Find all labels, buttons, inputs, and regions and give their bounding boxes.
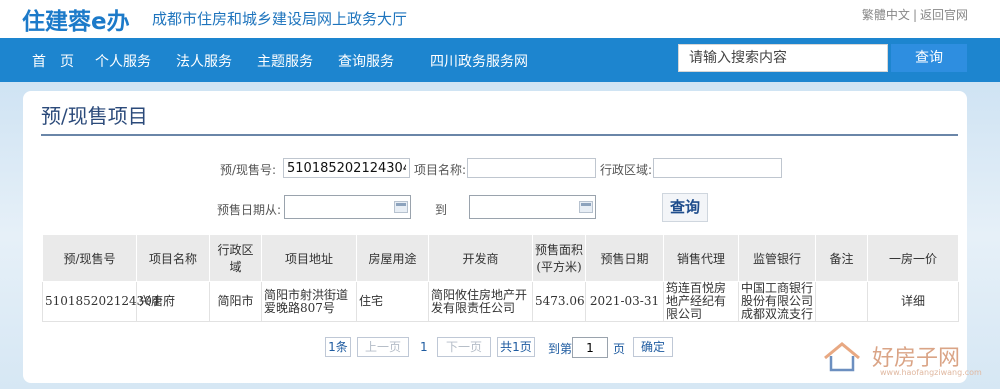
goto-page-suffix: 页 bbox=[613, 342, 626, 356]
nav-item-sichuan-gov-portal[interactable]: 四川政务服务网 bbox=[430, 51, 528, 71]
nav-item-corporate-services[interactable]: 法人服务 bbox=[176, 51, 232, 71]
table-cell: 筠连百悦房地产经纪有限公司 bbox=[663, 281, 739, 322]
top-links: 繁體中文 | 返回官网 bbox=[862, 6, 968, 23]
record-count: 1条 bbox=[325, 337, 351, 357]
permit-number-input[interactable] bbox=[283, 158, 410, 178]
calendar-icon[interactable] bbox=[394, 201, 408, 213]
column-header: 项目地址 bbox=[261, 234, 357, 282]
watermark-url: www.haofangziwang.com bbox=[880, 368, 982, 377]
district-label: 行政区域: bbox=[600, 163, 653, 177]
title-divider bbox=[41, 134, 958, 136]
project-name-label: 项目名称: bbox=[414, 163, 467, 177]
site-search-input[interactable] bbox=[678, 44, 888, 72]
calendar-icon[interactable] bbox=[579, 201, 593, 213]
table-cell: 简阳市 bbox=[209, 281, 262, 322]
project-name-input[interactable] bbox=[467, 158, 596, 178]
column-header: 备注 bbox=[815, 234, 868, 282]
table-cell bbox=[815, 281, 868, 322]
link-separator: | bbox=[912, 8, 917, 22]
table-row: 510185202124304 兴唐府 简阳市 简阳市射洪街道爱晚路807号 住… bbox=[42, 281, 959, 322]
column-header: 销售代理 bbox=[663, 234, 739, 282]
column-header: 项目名称 bbox=[136, 234, 210, 282]
page-title: 预/现售项目 bbox=[41, 104, 148, 128]
site-logo[interactable]: 住建蓉e办 bbox=[22, 2, 130, 36]
traditional-chinese-link[interactable]: 繁體中文 bbox=[862, 8, 910, 22]
table-header-row: 预/现售号 项目名称 行政区域 项目地址 房屋用途 开发商 预售面积(平方米) … bbox=[42, 234, 959, 282]
table-cell: 兴唐府 bbox=[136, 281, 210, 322]
house-logo-icon bbox=[824, 342, 860, 372]
results-table: 预/现售号 项目名称 行政区域 项目地址 房屋用途 开发商 预售面积(平方米) … bbox=[42, 234, 959, 322]
return-official-site-link[interactable]: 返回官网 bbox=[920, 8, 968, 22]
table-cell: 5473.06 bbox=[532, 281, 586, 322]
column-header: 预/现售号 bbox=[42, 234, 137, 282]
nav-item-personal-services[interactable]: 个人服务 bbox=[95, 51, 151, 71]
permit-number-label: 预/现售号: bbox=[220, 163, 277, 177]
next-page-button[interactable]: 下一页 bbox=[437, 337, 491, 357]
table-cell: 简阳市射洪街道爱晚路807号 bbox=[261, 281, 357, 322]
table-cell: 2021-03-31 bbox=[585, 281, 664, 322]
column-header: 预售日期 bbox=[585, 234, 664, 282]
site-title: 成都市住房和城乡建设局网上政务大厅 bbox=[152, 10, 408, 28]
goto-confirm-button[interactable]: 确定 bbox=[633, 337, 673, 357]
prev-page-button[interactable]: 上一页 bbox=[357, 337, 409, 357]
total-pages: 共1页 bbox=[497, 337, 535, 357]
table-cell: 住宅 bbox=[356, 281, 429, 322]
column-header: 预售面积(平方米) bbox=[532, 234, 586, 282]
presale-date-from-input[interactable] bbox=[284, 195, 411, 219]
table-cell: 简阳攸住房地产开发有限责任公司 bbox=[428, 281, 533, 322]
current-page: 1 bbox=[420, 340, 428, 354]
table-cell: 中国工商银行股份有限公司成都双流支行 bbox=[738, 281, 816, 322]
presale-date-to-input[interactable] bbox=[469, 195, 596, 219]
table-cell: 510185202124304 bbox=[42, 281, 160, 322]
column-header: 房屋用途 bbox=[356, 234, 429, 282]
query-button[interactable]: 查询 bbox=[662, 193, 708, 222]
column-header: 行政区域 bbox=[209, 234, 262, 282]
detail-link[interactable]: 详细 bbox=[867, 281, 959, 322]
goto-page-prefix: 到第 bbox=[548, 342, 573, 356]
presale-date-from-label: 预售日期从: bbox=[217, 203, 282, 217]
goto-page-input[interactable] bbox=[572, 337, 608, 358]
district-input[interactable] bbox=[653, 158, 782, 178]
site-search-button[interactable]: 查询 bbox=[891, 44, 967, 72]
nav-item-topic-services[interactable]: 主题服务 bbox=[257, 51, 313, 71]
column-header: 一房一价 bbox=[867, 234, 959, 282]
nav-item-query-services[interactable]: 查询服务 bbox=[338, 51, 394, 71]
column-header: 开发商 bbox=[428, 234, 533, 282]
column-header: 监管银行 bbox=[738, 234, 816, 282]
top-header: 住建蓉e办 成都市住房和城乡建设局网上政务大厅 繁體中文 | 返回官网 bbox=[0, 0, 1000, 38]
presale-date-to-label: 到 bbox=[435, 203, 448, 217]
nav-item-home[interactable]: 首 页 bbox=[32, 51, 74, 71]
